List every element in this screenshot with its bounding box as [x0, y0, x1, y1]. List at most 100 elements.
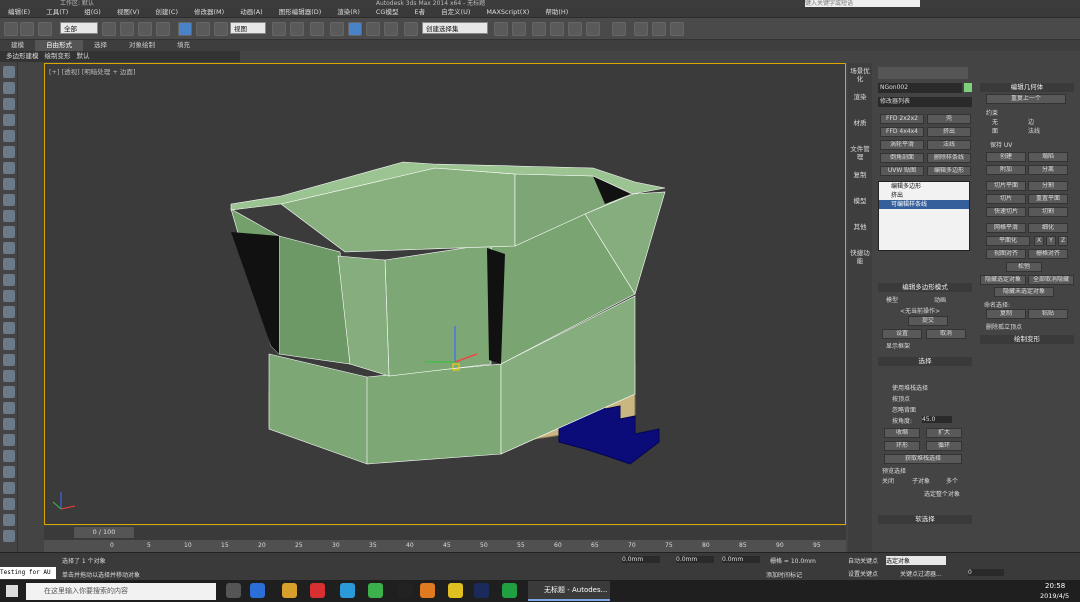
side-tab-4[interactable]: 复制 [848, 171, 872, 193]
modifier-button[interactable]: FFD 2x2x2 [880, 114, 924, 124]
constraint-none[interactable]: 无 [992, 117, 998, 126]
qq-icon[interactable] [398, 583, 413, 598]
netease-music-icon[interactable] [310, 583, 325, 598]
pivot-icon[interactable] [272, 22, 286, 36]
side-tab-3[interactable]: 文件管理 [848, 145, 872, 167]
detach-button[interactable]: 分离 [1028, 165, 1068, 175]
tool-icon[interactable] [3, 82, 15, 94]
ribbon-tab-2[interactable]: 选择 [83, 40, 118, 51]
hide-unselected-button[interactable]: 隐藏未选定对象 [994, 287, 1054, 297]
tool-icon[interactable] [3, 530, 15, 542]
z-coordinate-field[interactable]: 0.0mm [722, 556, 760, 563]
photoshop-icon[interactable] [474, 583, 489, 598]
modifier-button[interactable]: 挤出 [927, 127, 971, 137]
spreadsheet-icon[interactable] [502, 583, 517, 598]
model-radio[interactable]: 模型 [886, 295, 898, 304]
by-vertex-checkbox[interactable]: 按顶点 [892, 394, 910, 403]
track-bar[interactable]: 0510152025303540455055606570758085909510… [44, 540, 846, 552]
stack-item-1[interactable]: 挤出 [879, 191, 969, 200]
slice-button[interactable]: 切片 [986, 194, 1026, 204]
slice-plane-button[interactable]: 切片平面 [986, 181, 1026, 191]
command-panel-tabs[interactable] [878, 67, 968, 79]
time-slider[interactable]: 0 / 100 [44, 526, 846, 540]
edge-icon[interactable] [250, 583, 265, 598]
windows-start-icon[interactable] [6, 585, 18, 597]
tool-icon[interactable] [3, 386, 15, 398]
loop-button[interactable]: 循环 [926, 441, 962, 451]
shrink-button[interactable]: 收缩 [884, 428, 920, 438]
preview-off-radio[interactable]: 关闭 [882, 476, 894, 485]
side-tab-6[interactable]: 其他 [848, 223, 872, 245]
quickslice-button[interactable]: 快速切片 [986, 207, 1026, 217]
modifier-button[interactable]: 壳 [927, 114, 971, 124]
task-view-icon[interactable] [226, 583, 241, 598]
tool-icon[interactable] [3, 66, 15, 78]
side-tab-0[interactable]: 场景优化 [848, 67, 872, 89]
side-tab-7[interactable]: 快捷功能 [848, 249, 872, 271]
tool-icon[interactable] [3, 466, 15, 478]
menu-item-10[interactable]: E者 [406, 7, 433, 17]
modifier-button[interactable]: 编辑多边形 [927, 166, 971, 176]
constraint-face[interactable]: 面 [992, 126, 998, 135]
planarize-x[interactable]: X [1034, 236, 1044, 246]
tool-icon[interactable] [3, 178, 15, 190]
modifier-button[interactable]: FFD 4x4x4 [880, 127, 924, 137]
paint-deform-rollout[interactable]: 绘制变形 [980, 335, 1074, 344]
get-stack-button[interactable]: 获取堆栈选择 [884, 454, 962, 464]
tool-icon[interactable] [3, 514, 15, 526]
window-crossing-icon[interactable] [156, 22, 170, 36]
render-icon[interactable] [670, 22, 684, 36]
ribbon-sub-0[interactable]: 多边形建模 [6, 52, 39, 60]
y-coordinate-field[interactable]: 0.0mm [676, 556, 714, 563]
planarize-button[interactable]: 平面化 [986, 236, 1030, 246]
delete-isolated-checkbox[interactable]: 删除孤立顶点 [986, 322, 1022, 331]
tool-icon[interactable] [3, 258, 15, 270]
tool-icon[interactable] [3, 354, 15, 366]
side-tab-2[interactable]: 材质 [848, 119, 872, 141]
modifier-button[interactable]: 删除样条线 [927, 153, 971, 163]
modifier-stack[interactable]: 编辑多边形 挤出 可编辑样条线 [878, 181, 970, 251]
menu-item-8[interactable]: 渲染(R) [329, 7, 368, 17]
menu-item-9[interactable]: CG模型 [368, 7, 407, 17]
edit-poly-mode-rollout[interactable]: 编辑多边形模式 [878, 283, 972, 292]
tool-icon[interactable] [3, 146, 15, 158]
chrome-icon[interactable] [448, 583, 463, 598]
edit-geometry-rollout[interactable]: 编辑几何体 [980, 83, 1074, 92]
tool-icon[interactable] [3, 98, 15, 110]
maxscript-listener[interactable]: Testing for AU [0, 567, 56, 579]
material-editor-icon[interactable] [612, 22, 626, 36]
menu-item-5[interactable]: 修改器(M) [186, 7, 232, 17]
meshsmooth-button[interactable]: 网格平滑 [986, 223, 1026, 233]
tool-icon[interactable] [3, 498, 15, 510]
viewport-label[interactable]: [+] [透视] [明暗处理 + 边面] [49, 66, 135, 76]
tool-icon[interactable] [3, 242, 15, 254]
modifier-list-select[interactable]: 修改器列表 [878, 97, 972, 107]
tessellate-button[interactable]: 细化 [1028, 223, 1068, 233]
taskbar-search-input[interactable]: 在这里输入你要搜索的内容 [26, 583, 216, 600]
wechat-icon[interactable] [368, 583, 383, 598]
ignore-back-checkbox[interactable]: 忽略背面 [892, 405, 916, 414]
relax-button[interactable]: 松弛 [1006, 262, 1042, 272]
link-icon[interactable] [38, 22, 52, 36]
ribbon-tab-1[interactable]: 自由形式 [35, 40, 83, 51]
cancel-button[interactable]: 取消 [926, 329, 966, 339]
schematic-icon[interactable] [586, 22, 600, 36]
preserve-uv-checkbox[interactable]: 保持 UV [990, 140, 1012, 149]
animate-radio[interactable]: 动画 [934, 295, 946, 304]
object-color-swatch[interactable] [964, 83, 972, 92]
view-align-button[interactable]: 视图对齐 [986, 249, 1026, 259]
qq-browser-icon[interactable] [340, 583, 355, 598]
split-checkbox[interactable]: 分割 [1028, 181, 1068, 191]
add-time-tag[interactable]: 添加时间标记 [766, 570, 802, 579]
tool-icon[interactable] [3, 290, 15, 302]
commit-button[interactable]: 提交 [908, 316, 948, 326]
rect-select-icon[interactable] [138, 22, 152, 36]
current-frame-field[interactable]: 0 [968, 569, 1004, 576]
firefox-icon[interactable] [420, 583, 435, 598]
tool-icon[interactable] [3, 418, 15, 430]
side-tab-1[interactable]: 渲染 [848, 93, 872, 115]
keyboard-shortcut-icon[interactable] [310, 22, 324, 36]
soft-selection-rollout[interactable]: 软选择 [878, 515, 972, 524]
preview-subobj-radio[interactable]: 子对象 [912, 476, 930, 485]
tool-icon[interactable] [3, 482, 15, 494]
